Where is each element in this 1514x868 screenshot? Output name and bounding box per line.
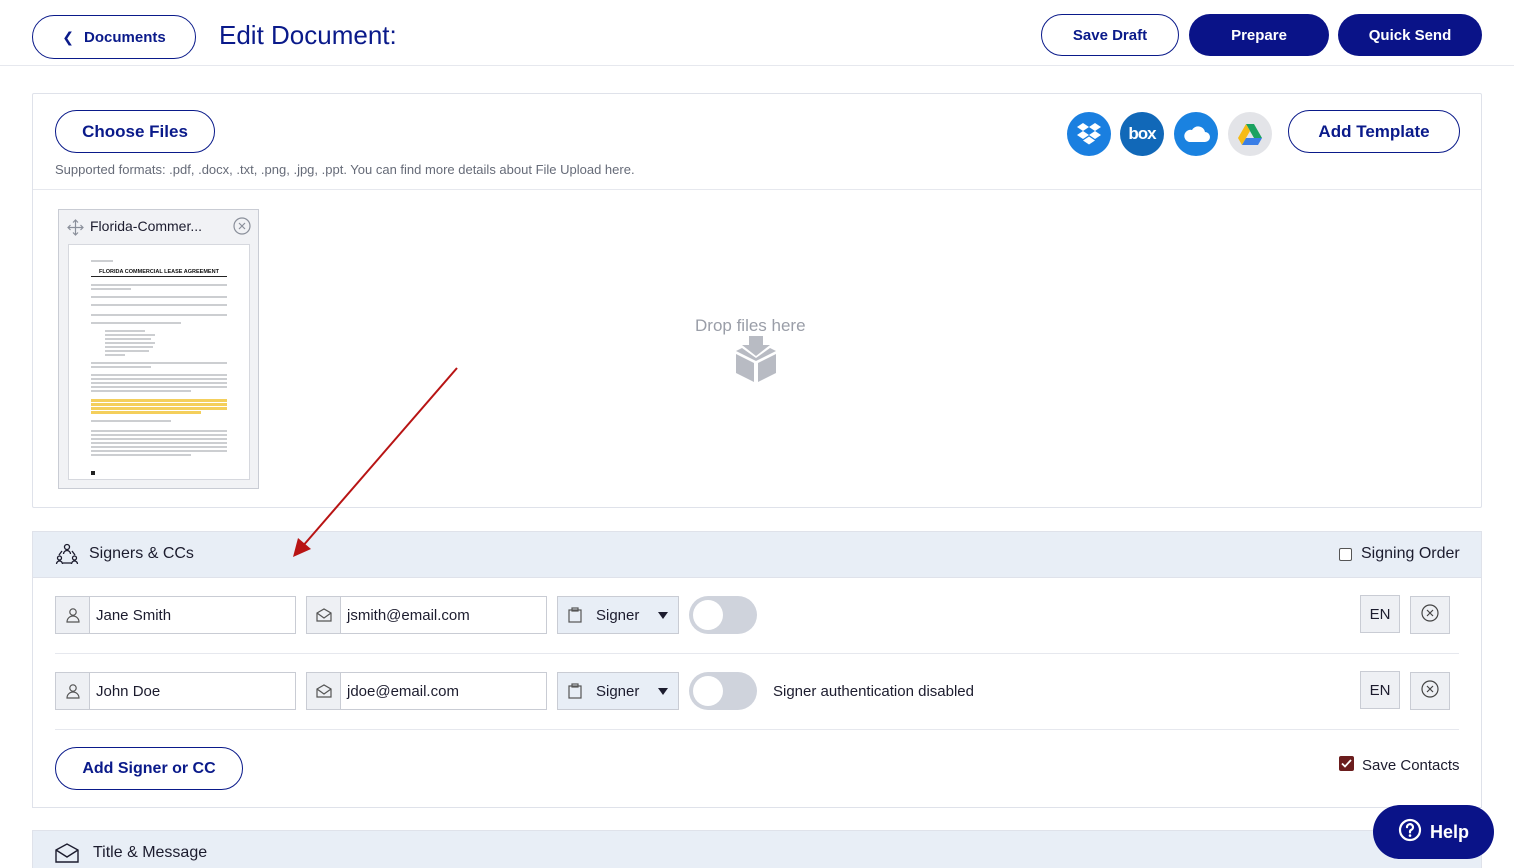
top-bar: ❮ Documents Edit Document: Save Draft Pr… xyxy=(0,0,1514,66)
row-divider xyxy=(55,653,1459,654)
signer-email-value: jsmith@email.com xyxy=(347,606,470,624)
prepare-button[interactable]: Prepare xyxy=(1189,14,1329,56)
onedrive-icon[interactable] xyxy=(1174,112,1218,156)
title-message-section[interactable]: Title & Message xyxy=(32,830,1482,868)
row-divider xyxy=(55,729,1459,730)
dropbox-icon[interactable] xyxy=(1067,112,1111,156)
signer-email-value: jdoe@email.com xyxy=(347,682,459,700)
signer-language-button[interactable]: EN xyxy=(1360,595,1400,633)
person-icon xyxy=(56,597,90,633)
signer-authentication-toggle[interactable] xyxy=(689,596,757,634)
signers-group-icon xyxy=(55,542,79,571)
supported-formats-text: Supported formats: .pdf, .docx, .txt, .p… xyxy=(55,162,635,177)
signer-role-value: Signer xyxy=(596,682,640,700)
remove-circle-icon xyxy=(1421,679,1439,703)
envelope-icon xyxy=(307,597,341,633)
help-button[interactable]: Help xyxy=(1373,805,1494,859)
signer-language-button[interactable]: EN xyxy=(1360,671,1400,709)
document-tile[interactable]: Florida-Commer... FLORIDA COMMERCIAL LEA… xyxy=(58,209,259,489)
signing-order-checkbox[interactable] xyxy=(1339,548,1352,561)
remove-document-icon[interactable] xyxy=(233,217,251,240)
save-contacts-checkbox[interactable] xyxy=(1339,756,1354,771)
add-signer-or-cc-button[interactable]: Add Signer or CC xyxy=(55,747,243,790)
quick-send-button[interactable]: Quick Send xyxy=(1338,14,1482,56)
envelope-icon xyxy=(55,843,79,868)
drop-files-text: Drop files here xyxy=(695,316,806,335)
remove-signer-button[interactable] xyxy=(1410,596,1450,634)
signer-authentication-status: Signer authentication disabled xyxy=(773,683,974,700)
document-thumbnail[interactable]: FLORIDA COMMERCIAL LEASE AGREEMENT xyxy=(68,244,250,480)
signer-role-dropdown[interactable]: Signer xyxy=(557,596,679,634)
page-title: Edit Document: xyxy=(219,20,397,50)
signers-header: Signers & CCs Signing Order xyxy=(33,532,1481,578)
caret-down-icon xyxy=(658,612,668,619)
document-name: Florida-Commer... xyxy=(90,218,203,234)
signer-authentication-toggle[interactable] xyxy=(689,672,757,710)
back-to-documents-button[interactable]: ❮ Documents xyxy=(32,15,196,59)
chevron-left-icon: ❮ xyxy=(62,28,75,45)
add-template-button[interactable]: Add Template xyxy=(1288,110,1460,153)
upload-card: Choose Files box Add Template Supported … xyxy=(32,93,1482,508)
signer-name-value: Jane Smith xyxy=(96,606,172,624)
help-label: Help xyxy=(1429,821,1469,842)
checkmark-icon xyxy=(1341,759,1352,768)
signer-email-field[interactable]: jdoe@email.com xyxy=(306,672,547,710)
title-message-section-title: Title & Message xyxy=(93,844,208,861)
signer-name-value: John Doe xyxy=(96,682,161,700)
clipboard-icon xyxy=(568,683,582,704)
remove-circle-icon xyxy=(1421,603,1439,627)
signers-card: Signers & CCs Signing Order Jane Smith j… xyxy=(32,531,1482,808)
signer-role-dropdown[interactable]: Signer xyxy=(557,672,679,710)
signing-order-label: Signing Order xyxy=(1361,545,1460,562)
back-button-label: Documents xyxy=(84,28,166,46)
remove-signer-button[interactable] xyxy=(1410,672,1450,710)
move-icon[interactable] xyxy=(67,219,84,241)
drop-box-icon xyxy=(734,336,778,387)
clipboard-icon xyxy=(568,607,582,628)
signer-name-field[interactable]: John Doe xyxy=(55,672,296,710)
signer-name-field[interactable]: Jane Smith xyxy=(55,596,296,634)
signer-email-field[interactable]: jsmith@email.com xyxy=(306,596,547,634)
caret-down-icon xyxy=(658,688,668,695)
signers-section-title: Signers & CCs xyxy=(89,545,194,562)
save-contacts-label: Save Contacts xyxy=(1362,757,1460,774)
person-icon xyxy=(56,673,90,709)
question-circle-icon xyxy=(1398,818,1422,847)
save-draft-button[interactable]: Save Draft xyxy=(1041,14,1179,56)
box-icon[interactable]: box xyxy=(1120,112,1164,156)
envelope-icon xyxy=(307,673,341,709)
thumbnail-text-lines xyxy=(91,260,227,475)
upload-toolbar: Choose Files box Add Template Supported … xyxy=(33,94,1481,190)
choose-files-button[interactable]: Choose Files xyxy=(55,110,215,153)
signer-role-value: Signer xyxy=(596,606,640,624)
google-drive-icon[interactable] xyxy=(1228,112,1272,156)
